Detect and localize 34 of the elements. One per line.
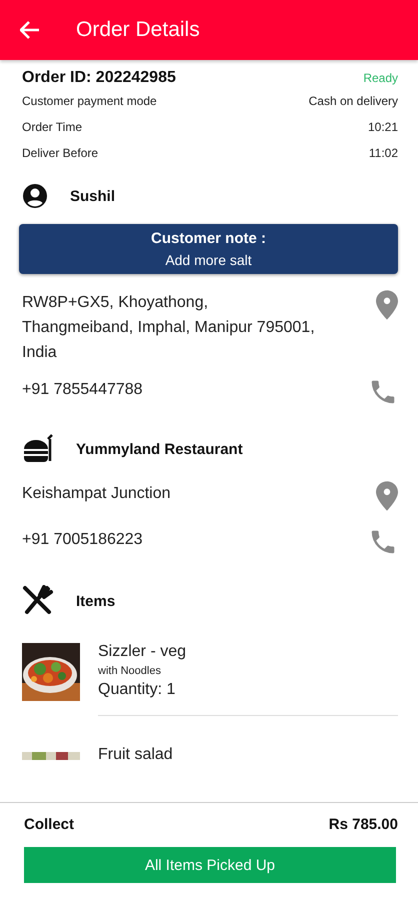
detail-value: 10:21: [368, 120, 398, 134]
detail-label: Deliver Before: [22, 146, 98, 160]
detail-label: Customer payment mode: [22, 94, 157, 108]
item-name: Fruit salad: [98, 746, 174, 764]
items-title: Items: [76, 592, 116, 610]
user-avatar-icon: [22, 183, 48, 209]
customer-name: Sushil: [70, 188, 116, 204]
detail-label: Order Time: [22, 120, 82, 134]
picked-up-button[interactable]: All Items Picked Up: [24, 847, 396, 883]
detail-value: Cash on delivery: [308, 94, 398, 108]
order-status: Ready: [363, 71, 398, 85]
collect-label: Collect: [24, 816, 74, 832]
location-pin-icon: [376, 290, 398, 320]
location-pin-icon: [376, 481, 398, 511]
customer-address: RW8P+GX5, Khoyathong, Thangmeiband, Imphal, Manipur 795001, India: [22, 293, 316, 363]
restaurant-address: Keishampat Junction: [22, 484, 171, 504]
back-button[interactable]: [20, 21, 40, 39]
note-text: Add more salt: [165, 252, 252, 268]
burger-icon: [22, 433, 54, 465]
item-note: with Noodles: [98, 665, 162, 677]
order-id: Order ID: 202242985: [22, 69, 176, 87]
customer-phone: +91 7855447788: [22, 380, 143, 400]
detail-value: 11:02: [368, 146, 398, 160]
collect-amount: Rs 785.00: [328, 816, 398, 832]
item-quantity: Quantity: 1: [98, 681, 176, 699]
map-button[interactable]: [376, 290, 398, 320]
restaurant-name: Yummyland Restaurant: [76, 440, 243, 458]
map-button[interactable]: [376, 481, 398, 511]
restaurant-phone: +91 7005186223: [22, 530, 143, 550]
back-arrow-icon: [20, 21, 40, 39]
page-title: Order Details: [76, 18, 200, 42]
cutlery-icon: [22, 585, 54, 617]
item-name: Sizzler - veg: [98, 643, 188, 661]
note-title: Customer note :: [150, 230, 266, 247]
